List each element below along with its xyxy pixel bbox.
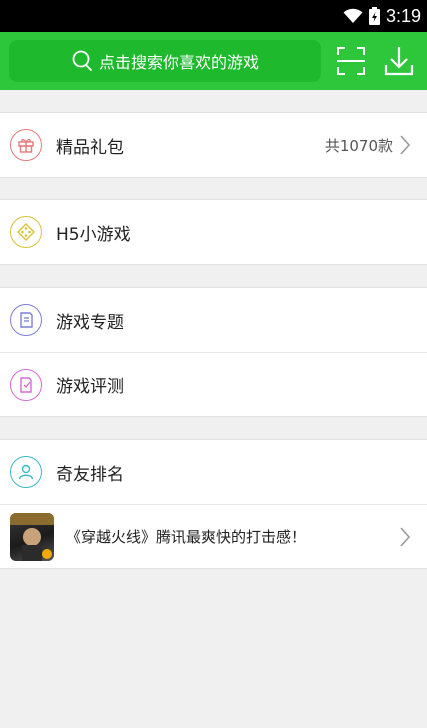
search-icon [72,50,92,71]
scan-icon[interactable] [336,46,366,76]
top-bar: 点击搜索你喜欢的游戏 [0,32,427,90]
search-placeholder: 点击搜索你喜欢的游戏 [98,53,259,72]
status-bar: 3:19 [0,0,427,32]
ranking-label: 奇友排名 [56,464,124,485]
document-icon [10,304,42,336]
h5-games-label: H5小游戏 [56,224,131,245]
h5-section: H5小游戏 [0,199,427,265]
game-topics-label: 游戏专题 [56,312,124,333]
clock: 3:19 [385,5,421,26]
promo-item[interactable]: 《穿越火线》腾讯最爽快的打击感！ [0,504,427,568]
game-thumbnail [10,513,54,561]
download-icon[interactable] [384,45,414,77]
gift-packs-item[interactable]: 精品礼包 共1070款 [0,113,427,177]
wifi-icon [343,8,363,23]
ranking-item[interactable]: 奇友排名 [0,440,427,504]
content-section: 游戏专题 游戏评测 [0,287,427,417]
h5-games-item[interactable]: H5小游戏 [0,200,427,264]
game-reviews-item[interactable]: 游戏评测 [0,352,427,416]
chevron-right-icon [400,527,411,547]
diamond-icon [10,216,42,248]
battery-icon [368,7,380,25]
chevron-right-icon [400,135,411,155]
user-icon [10,456,42,488]
search-input[interactable]: 点击搜索你喜欢的游戏 [9,40,321,82]
game-reviews-label: 游戏评测 [56,377,124,397]
gift-section: 精品礼包 共1070款 [0,112,427,178]
review-icon [10,369,42,401]
gift-icon [10,129,42,161]
community-section: 奇友排名 《穿越火线》腾讯最爽快的打击感！ [0,439,427,569]
promo-text: 《穿越火线》腾讯最爽快的打击感！ [66,528,307,546]
gift-packs-label: 精品礼包 [56,137,124,158]
gift-count: 共1070款 [324,136,393,155]
game-topics-item[interactable]: 游戏专题 [0,288,427,352]
